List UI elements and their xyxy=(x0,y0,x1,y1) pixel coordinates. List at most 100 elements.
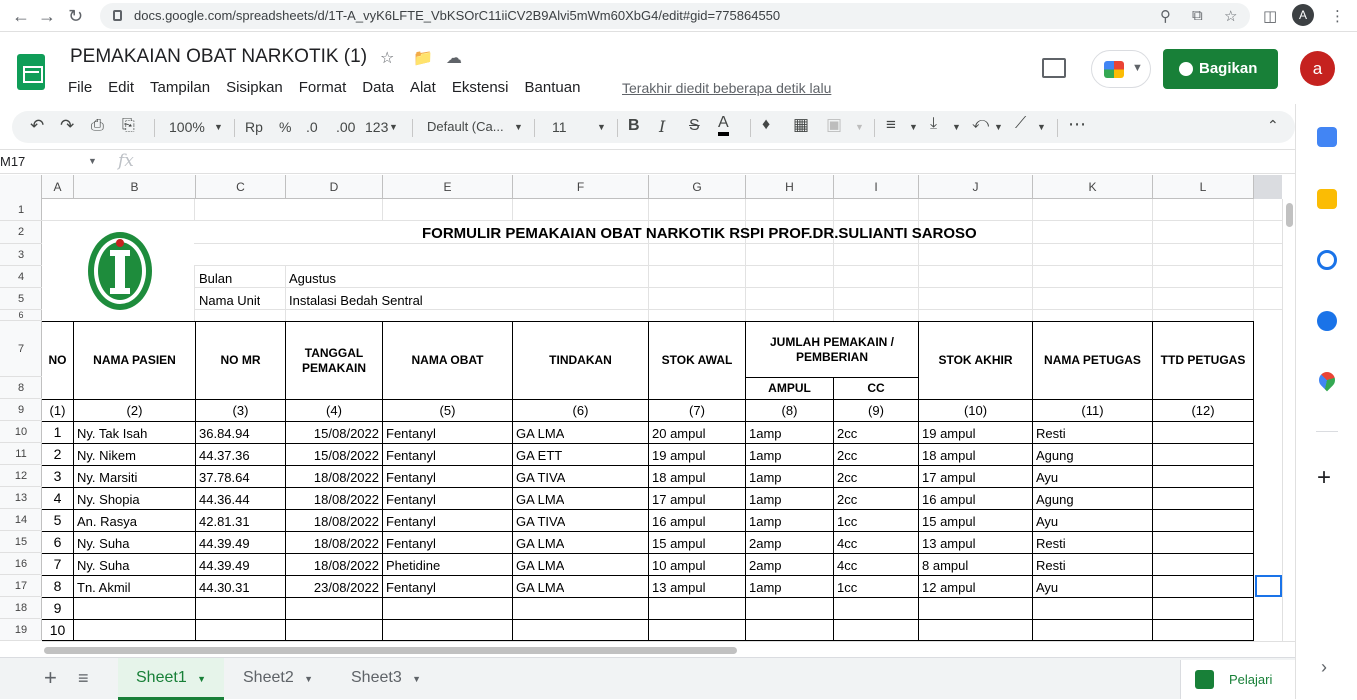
menu-help[interactable]: Bantuan xyxy=(525,79,581,99)
row-header-13[interactable]: 13 xyxy=(0,487,42,509)
meet-button[interactable]: ▼ xyxy=(1091,50,1151,88)
cell-final-stock[interactable]: 18 ampul xyxy=(922,448,975,463)
chevron-down-icon[interactable]: ▼ xyxy=(952,122,961,132)
vertical-scroll-thumb[interactable] xyxy=(1286,203,1293,227)
cell-no[interactable]: 5 xyxy=(42,512,73,528)
more-options-icon[interactable]: ⋯ xyxy=(1068,114,1086,135)
column-header-h[interactable]: H xyxy=(746,175,834,199)
cell-final-stock[interactable]: 16 ampul xyxy=(922,492,975,507)
row-header-15[interactable]: 15 xyxy=(0,531,42,553)
cell-cc[interactable]: 2cc xyxy=(837,470,857,485)
cell-no[interactable]: 8 xyxy=(42,578,73,594)
row-header-10[interactable]: 10 xyxy=(0,421,42,443)
chevron-right-icon[interactable]: › xyxy=(1321,657,1327,678)
cell-procedure[interactable]: GA LMA xyxy=(516,580,564,595)
forward-icon[interactable]: → xyxy=(38,6,56,27)
name-box[interactable]: M17 xyxy=(0,154,25,169)
column-header-i[interactable]: I xyxy=(834,175,919,199)
cell-no[interactable]: 9 xyxy=(42,600,73,616)
zoom-icon[interactable]: ⚲ xyxy=(1160,7,1171,25)
cell-procedure[interactable]: GA LMA xyxy=(516,492,564,507)
cell-patient[interactable]: Ny. Suha xyxy=(77,536,130,551)
menu-edit[interactable]: Edit xyxy=(108,79,134,99)
vertical-scrollbar[interactable] xyxy=(1282,199,1295,641)
chevron-down-icon[interactable]: ▼ xyxy=(389,122,398,132)
url-bar[interactable]: docs.google.com/spreadsheets/d/1T-A_vyK6… xyxy=(100,3,1250,29)
zoom-select[interactable]: 100% xyxy=(169,119,205,135)
row-header-9[interactable]: 9 xyxy=(0,399,42,421)
column-header-l[interactable]: L xyxy=(1153,175,1254,199)
cell-officer[interactable]: Resti xyxy=(1036,426,1066,441)
cell-procedure[interactable]: GA LMA xyxy=(516,558,564,573)
menu-view[interactable]: Tampilan xyxy=(150,79,210,99)
fill-color-icon[interactable]: ♦ xyxy=(762,116,770,134)
cell-date[interactable]: 15/08/2022 xyxy=(286,426,379,441)
cell-officer[interactable]: Ayu xyxy=(1036,514,1058,529)
row-header-5[interactable]: 5 xyxy=(0,288,42,310)
column-header-c[interactable]: C xyxy=(196,175,286,199)
cell-patient[interactable]: Ny. Tak Isah xyxy=(77,426,147,441)
cell-patient[interactable]: An. Rasya xyxy=(77,514,137,529)
text-rotation-icon[interactable]: ⟋ xyxy=(1015,115,1026,133)
row-header-17[interactable]: 17 xyxy=(0,575,42,597)
cell-cc[interactable]: 4cc xyxy=(837,558,857,573)
share-button[interactable]: Bagikan xyxy=(1163,49,1278,89)
cell-officer[interactable]: Agung xyxy=(1036,492,1074,507)
cell-initial-stock[interactable]: 16 ampul xyxy=(652,514,705,529)
cell-final-stock[interactable]: 12 ampul xyxy=(922,580,975,595)
row-header-2[interactable]: 2 xyxy=(0,221,42,244)
menu-data[interactable]: Data xyxy=(362,79,394,99)
cell-final-stock[interactable]: 17 ampul xyxy=(922,470,975,485)
column-header-a[interactable]: A xyxy=(42,175,74,199)
column-header-e[interactable]: E xyxy=(383,175,513,199)
row-header-4[interactable]: 4 xyxy=(0,266,42,288)
menu-insert[interactable]: Sisipkan xyxy=(226,79,283,99)
cell-initial-stock[interactable]: 20 ampul xyxy=(652,426,705,441)
cell-cc[interactable]: 1cc xyxy=(837,580,857,595)
contacts-icon[interactable] xyxy=(1317,311,1337,331)
cell-ampul[interactable]: 1amp xyxy=(749,470,782,485)
column-header-d[interactable]: D xyxy=(286,175,383,199)
cell-mr[interactable]: 44.36.44 xyxy=(199,492,250,507)
cell-initial-stock[interactable]: 18 ampul xyxy=(652,470,705,485)
number-format-select[interactable]: 123 xyxy=(365,119,388,135)
chevron-down-icon[interactable]: ▼ xyxy=(514,122,523,132)
calendar-icon[interactable] xyxy=(1317,127,1337,147)
cell-cc[interactable]: 2cc xyxy=(837,426,857,441)
column-header-j[interactable]: J xyxy=(919,175,1033,199)
select-all-corner[interactable] xyxy=(0,175,42,199)
tab-sheet2[interactable]: Sheet2 ▼ xyxy=(225,658,331,700)
chevron-down-icon[interactable]: ▼ xyxy=(412,674,421,684)
cell-mr[interactable]: 44.37.36 xyxy=(199,448,250,463)
cell-date[interactable]: 15/08/2022 xyxy=(286,448,379,463)
row-header-18[interactable]: 18 xyxy=(0,597,42,619)
cell-final-stock[interactable]: 8 ampul xyxy=(922,558,968,573)
row-header-16[interactable]: 16 xyxy=(0,553,42,575)
cell-officer[interactable]: Agung xyxy=(1036,448,1074,463)
decrease-decimal-button[interactable]: .0 xyxy=(306,119,318,135)
cell-no[interactable]: 1 xyxy=(42,424,73,440)
move-folder-icon[interactable]: 📁 xyxy=(413,48,433,68)
share-page-icon[interactable]: ⧉ xyxy=(1192,7,1203,24)
tasks-icon[interactable] xyxy=(1317,250,1337,270)
cell-mr[interactable]: 37.78.64 xyxy=(199,470,250,485)
cell-procedure[interactable]: GA TIVA xyxy=(516,470,565,485)
horizontal-scroll-thumb[interactable] xyxy=(44,647,737,654)
cell-patient[interactable]: Ny. Suha xyxy=(77,558,130,573)
row-header-11[interactable]: 11 xyxy=(0,443,42,465)
chevron-down-icon[interactable]: ▼ xyxy=(597,122,606,132)
redo-icon[interactable]: ↷ xyxy=(60,116,74,136)
cell-no[interactable]: 10 xyxy=(42,622,73,638)
cell-date[interactable]: 18/08/2022 xyxy=(286,514,379,529)
chevron-down-icon[interactable]: ▼ xyxy=(855,122,864,132)
back-icon[interactable]: ← xyxy=(12,6,30,27)
add-sheet-icon[interactable]: + xyxy=(30,658,57,700)
cell-mr[interactable]: 42.81.31 xyxy=(199,514,250,529)
cell-patient[interactable]: Ny. Marsiti xyxy=(77,470,137,485)
vertical-align-icon[interactable]: ⤓ xyxy=(930,115,937,133)
side-panel-icon[interactable]: ◫ xyxy=(1263,7,1277,25)
cell-drug[interactable]: Fentanyl xyxy=(386,448,436,463)
paint-format-icon[interactable]: ⎘ xyxy=(122,117,135,135)
cell-date[interactable]: 18/08/2022 xyxy=(286,470,379,485)
add-icon[interactable]: + xyxy=(1317,466,1331,490)
